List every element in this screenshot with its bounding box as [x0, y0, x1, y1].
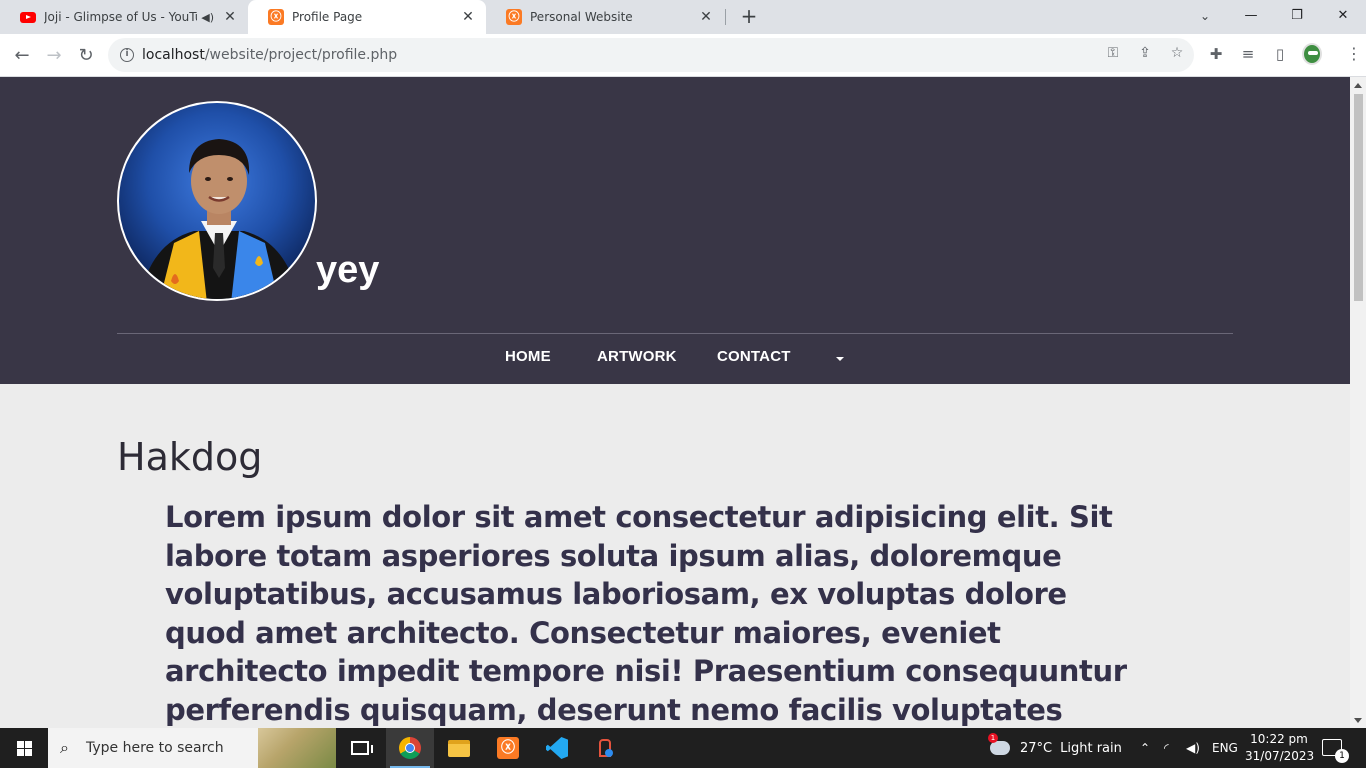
- tab-title: Personal Website: [530, 10, 633, 24]
- close-tab-icon[interactable]: ✕: [460, 9, 476, 25]
- restore-button[interactable]: ❐: [1274, 0, 1320, 30]
- weather-widget[interactable]: 1 27°C Light rain: [988, 728, 1122, 768]
- search-highlight-image: [258, 728, 336, 768]
- notification-center-icon[interactable]: 1: [1322, 739, 1349, 763]
- speaker-icon[interactable]: ◀): [201, 11, 214, 24]
- xampp-icon: ⓧ: [268, 9, 284, 25]
- windows-taskbar: ⌕ Type here to search ⓧ 1 27°C Light rai…: [0, 728, 1366, 768]
- media-controls-icon[interactable]: ≡: [1238, 45, 1258, 63]
- nav-artwork[interactable]: ARTWORK: [597, 348, 677, 365]
- start-button[interactable]: [0, 728, 48, 768]
- task-view-button[interactable]: [336, 728, 384, 768]
- main-nav: HOME ARTWORK CONTACT: [0, 348, 1350, 370]
- share-icon[interactable]: ⇪: [1136, 45, 1154, 61]
- windows-logo-icon: [16, 740, 32, 756]
- network-icon[interactable]: ◜: [1164, 728, 1169, 768]
- nav-contact[interactable]: CONTACT: [717, 348, 791, 365]
- browser-tab-strip: Joji - Glimpse of Us - YouTube ◀) ✕ ⓧ Pr…: [0, 0, 1366, 34]
- notification-badge: 1: [1335, 749, 1349, 763]
- bookmark-star-icon[interactable]: ☆: [1168, 45, 1186, 61]
- rain-cloud-icon: 1: [988, 733, 1010, 755]
- show-hidden-icons[interactable]: ⌃: [1140, 728, 1150, 768]
- search-icon: ⌕: [60, 738, 69, 757]
- scroll-down-icon[interactable]: [1354, 718, 1362, 723]
- reload-button[interactable]: ↻: [72, 41, 100, 69]
- xampp-icon: ⓧ: [497, 737, 519, 759]
- tab-personal-website[interactable]: ⓧ Personal Website ✕: [486, 0, 724, 34]
- search-placeholder: Type here to search: [86, 740, 224, 756]
- clock-time: 10:22 pm: [1250, 732, 1308, 746]
- content-paragraph: Lorem ipsum dolor sit amet consectetur a…: [165, 500, 1127, 727]
- profile-photo: [117, 101, 317, 301]
- clock-date: 31/07/2023: [1245, 749, 1315, 763]
- page-scrollbar[interactable]: [1350, 77, 1366, 728]
- language-indicator[interactable]: ENG: [1212, 728, 1238, 768]
- taskbar-file-explorer[interactable]: [435, 728, 483, 768]
- header-divider: [117, 333, 1233, 334]
- key-icon[interactable]: ⚿: [1104, 45, 1122, 61]
- address-bar[interactable]: i localhost/website/project/profile.php …: [108, 38, 1194, 72]
- youtube-icon: [20, 9, 36, 25]
- taskbar-search[interactable]: ⌕ Type here to search: [48, 728, 336, 768]
- tab-search-icon[interactable]: ⌄: [1193, 4, 1217, 28]
- minimize-button[interactable]: —: [1228, 0, 1274, 30]
- page-title: Hakdog: [117, 435, 263, 479]
- taskbar-paint[interactable]: [582, 728, 630, 768]
- tab-profile-page[interactable]: ⓧ Profile Page ✕: [248, 0, 486, 34]
- taskbar-xampp[interactable]: ⓧ: [484, 728, 532, 768]
- weather-badge: 1: [988, 733, 998, 743]
- volume-icon[interactable]: ◀): [1186, 728, 1200, 768]
- nav-dropdown-caret-icon[interactable]: [836, 357, 844, 361]
- close-window-button[interactable]: ✕: [1320, 0, 1366, 30]
- page-header: yey HOME ARTWORK CONTACT: [0, 77, 1350, 384]
- site-name: yey: [316, 249, 380, 291]
- nav-home[interactable]: HOME: [505, 348, 551, 365]
- close-tab-icon[interactable]: ✕: [698, 9, 714, 25]
- more-menu-icon[interactable]: ⋮: [1346, 44, 1362, 63]
- chrome-icon: [399, 737, 421, 759]
- tab-separator: [725, 9, 726, 25]
- site-info-icon[interactable]: i: [120, 48, 134, 62]
- taskbar-vscode[interactable]: [533, 728, 581, 768]
- forward-button[interactable]: →: [40, 41, 68, 69]
- close-tab-icon[interactable]: ✕: [222, 9, 238, 25]
- vscode-icon: [546, 737, 568, 759]
- scroll-thumb[interactable]: [1354, 94, 1363, 301]
- back-button[interactable]: ←: [8, 41, 36, 69]
- page-viewport: yey HOME ARTWORK CONTACT Hakdog Lorem ip…: [0, 77, 1350, 728]
- browser-toolbar: ← → ↻ i localhost/website/project/profil…: [0, 34, 1366, 77]
- extensions-icon[interactable]: ✚: [1206, 45, 1226, 63]
- weather-temp: 27°C: [1020, 740, 1053, 756]
- url-host: localhost: [142, 47, 205, 63]
- tab-youtube[interactable]: Joji - Glimpse of Us - YouTube ◀) ✕: [0, 0, 248, 34]
- profile-avatar-icon[interactable]: [1302, 43, 1322, 65]
- paint-icon: [596, 737, 616, 759]
- weather-condition: Light rain: [1060, 740, 1122, 756]
- task-view-icon: [351, 741, 373, 755]
- file-explorer-icon: [448, 739, 470, 757]
- scroll-up-icon[interactable]: [1354, 83, 1362, 88]
- new-tab-button[interactable]: +: [737, 5, 761, 29]
- xampp-icon: ⓧ: [506, 9, 522, 25]
- taskbar-clock[interactable]: 10:22 pm 31/07/2023: [1245, 731, 1315, 765]
- tab-title: Profile Page: [292, 10, 363, 24]
- url-path: /website/project/profile.php: [204, 47, 398, 63]
- side-panel-icon[interactable]: ▯: [1270, 45, 1290, 63]
- taskbar-chrome[interactable]: [386, 728, 434, 768]
- tab-title: Joji - Glimpse of Us - YouTube: [44, 10, 197, 24]
